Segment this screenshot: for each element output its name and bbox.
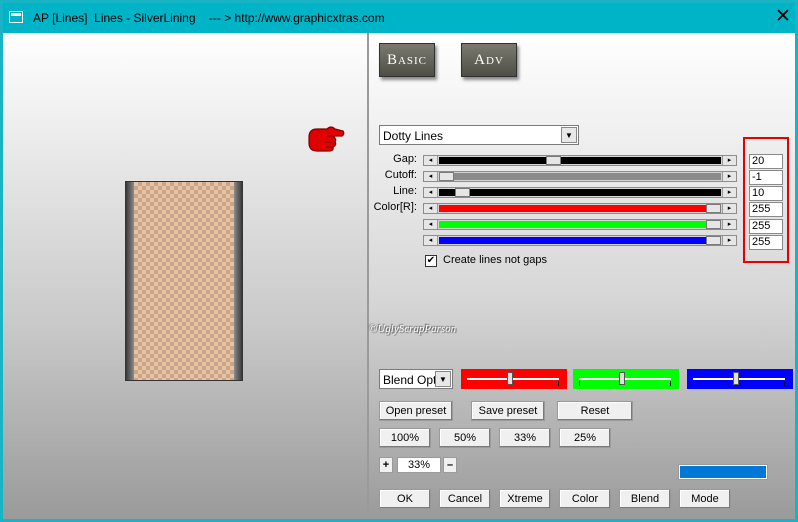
title-bar[interactable]: AP [Lines] Lines - SilverLining --- > ht… <box>3 3 795 33</box>
line-slider-thumb[interactable] <box>455 188 470 197</box>
basic-tab[interactable]: Basic <box>379 43 435 77</box>
color-b-slider-track[interactable] <box>439 236 721 245</box>
mode-button[interactable]: Mode <box>679 489 731 509</box>
cutoff-slider[interactable]: ◂ ▸ <box>423 171 737 182</box>
gap-slider-thumb[interactable] <box>546 156 561 165</box>
zoom-100-button[interactable]: 100% <box>379 428 431 448</box>
zoom-50-button[interactable]: 50% <box>439 428 491 448</box>
cutoff-label: Cutoff: <box>384 169 417 181</box>
gap-slider-track[interactable] <box>439 156 721 165</box>
scroll-right-arrow-icon[interactable]: ▸ <box>722 156 736 165</box>
chevron-down-icon[interactable]: ▼ <box>561 127 577 143</box>
app-icon <box>9 11 23 23</box>
color-r-value-field[interactable]: 255 <box>749 202 783 217</box>
color-r-slider-track[interactable] <box>439 204 721 213</box>
color-r-slider-thumb[interactable] <box>706 204 721 213</box>
watermark: ©UglyScrapParson <box>369 323 457 335</box>
green-color-bar-line <box>579 378 671 380</box>
zoom-25-button[interactable]: 25% <box>559 428 611 448</box>
color-g-slider-track[interactable] <box>439 220 721 229</box>
gap-value-field[interactable]: 20 <box>749 154 783 169</box>
red-color-bar-tick <box>558 381 559 386</box>
window-title: AP [Lines] Lines - SilverLining --- > ht… <box>33 11 385 25</box>
zoom-plus-button[interactable]: + <box>379 457 393 473</box>
color-g-value-field[interactable]: 255 <box>749 219 783 234</box>
red-color-bar[interactable] <box>461 369 567 389</box>
xtreme-button[interactable]: Xtreme <box>499 489 551 509</box>
open-preset-button[interactable]: Open preset <box>379 401 453 421</box>
cutoff-slider-track[interactable] <box>439 172 721 181</box>
color-b-slider[interactable]: ◂ ▸ <box>423 235 737 246</box>
scroll-right-arrow-icon[interactable]: ▸ <box>722 220 736 229</box>
preview-image[interactable] <box>125 181 243 381</box>
blue-color-bar-tick <box>784 381 785 386</box>
zoom-minus-button[interactable]: – <box>443 457 457 473</box>
create-lines-checkbox[interactable]: ✔ <box>425 255 437 267</box>
blend-options-value: Blend Optio <box>383 373 437 387</box>
blend-options-dropdown[interactable]: Blend Optio ▼ <box>379 369 453 389</box>
scroll-left-arrow-icon[interactable]: ◂ <box>424 188 438 197</box>
color-g-slider-thumb[interactable] <box>706 220 721 229</box>
save-preset-button[interactable]: Save preset <box>471 401 545 421</box>
create-lines-label: Create lines not gaps <box>443 254 547 266</box>
color-r-slider[interactable]: ◂ ▸ <box>423 203 737 214</box>
color-button[interactable]: Color <box>559 489 611 509</box>
preset-dropdown-value: Dotty Lines <box>383 129 444 143</box>
scroll-left-arrow-icon[interactable]: ◂ <box>424 172 438 181</box>
color-b-slider-thumb[interactable] <box>706 236 721 245</box>
plugin-window: AP [Lines] Lines - SilverLining --- > ht… <box>0 0 798 522</box>
scroll-right-arrow-icon[interactable]: ▸ <box>722 188 736 197</box>
zoom-value[interactable]: 33% <box>397 457 441 473</box>
scroll-right-arrow-icon[interactable]: ▸ <box>722 172 736 181</box>
controls-pane: Basic Adv Dotty Lines ▼ Gap: ◂ ▸ Cutoff: ◂ ▸ L… <box>308 33 795 519</box>
line-value-field[interactable]: 10 <box>749 186 783 201</box>
green-color-bar-tick <box>670 381 671 386</box>
color-r-label: Color[R]: <box>373 201 417 213</box>
scroll-right-arrow-icon[interactable]: ▸ <box>722 236 736 245</box>
close-button[interactable]: ✕ <box>771 5 795 29</box>
preview-pane <box>3 33 367 519</box>
values-highlight-box: 20 -1 10 255 255 255 <box>743 137 789 263</box>
adv-tab[interactable]: Adv <box>461 43 517 77</box>
color-g-slider[interactable]: ◂ ▸ <box>423 219 737 230</box>
scroll-left-arrow-icon[interactable]: ◂ <box>424 220 438 229</box>
zoom-33-button[interactable]: 33% <box>499 428 551 448</box>
reset-button[interactable]: Reset <box>557 401 633 421</box>
line-label: Line: <box>393 185 417 197</box>
pointing-hand-icon <box>308 126 345 152</box>
cancel-button[interactable]: Cancel <box>439 489 491 509</box>
green-color-bar-knob[interactable] <box>619 372 625 385</box>
scroll-right-arrow-icon[interactable]: ▸ <box>722 204 736 213</box>
color-b-value-field[interactable]: 255 <box>749 235 783 250</box>
line-slider-track[interactable] <box>439 188 721 197</box>
blue-color-bar-line <box>693 378 785 380</box>
color-swatch[interactable] <box>678 464 768 480</box>
preview-edge-left <box>126 182 134 380</box>
ok-button[interactable]: OK <box>379 489 431 509</box>
scroll-left-arrow-icon[interactable]: ◂ <box>424 156 438 165</box>
blue-color-bar-knob[interactable] <box>733 372 739 385</box>
red-color-bar-tick <box>467 381 468 386</box>
blue-color-bar-tick <box>693 381 694 386</box>
line-slider[interactable]: ◂ ▸ <box>423 187 737 198</box>
cutoff-slider-thumb[interactable] <box>439 172 454 181</box>
blend-button[interactable]: Blend <box>619 489 671 509</box>
green-color-bar-tick <box>579 381 580 386</box>
gap-label: Gap: <box>393 153 417 165</box>
preset-dropdown[interactable]: Dotty Lines ▼ <box>379 125 579 145</box>
scroll-left-arrow-icon[interactable]: ◂ <box>424 236 438 245</box>
blue-color-bar[interactable] <box>687 369 793 389</box>
chevron-down-icon[interactable]: ▼ <box>435 371 451 387</box>
gap-slider[interactable]: ◂ ▸ <box>423 155 737 166</box>
scroll-left-arrow-icon[interactable]: ◂ <box>424 204 438 213</box>
green-color-bar[interactable] <box>573 369 679 389</box>
cutoff-value-field[interactable]: -1 <box>749 170 783 185</box>
red-color-bar-knob[interactable] <box>507 372 513 385</box>
red-color-bar-line <box>467 378 559 380</box>
preview-edge-right <box>234 182 242 380</box>
